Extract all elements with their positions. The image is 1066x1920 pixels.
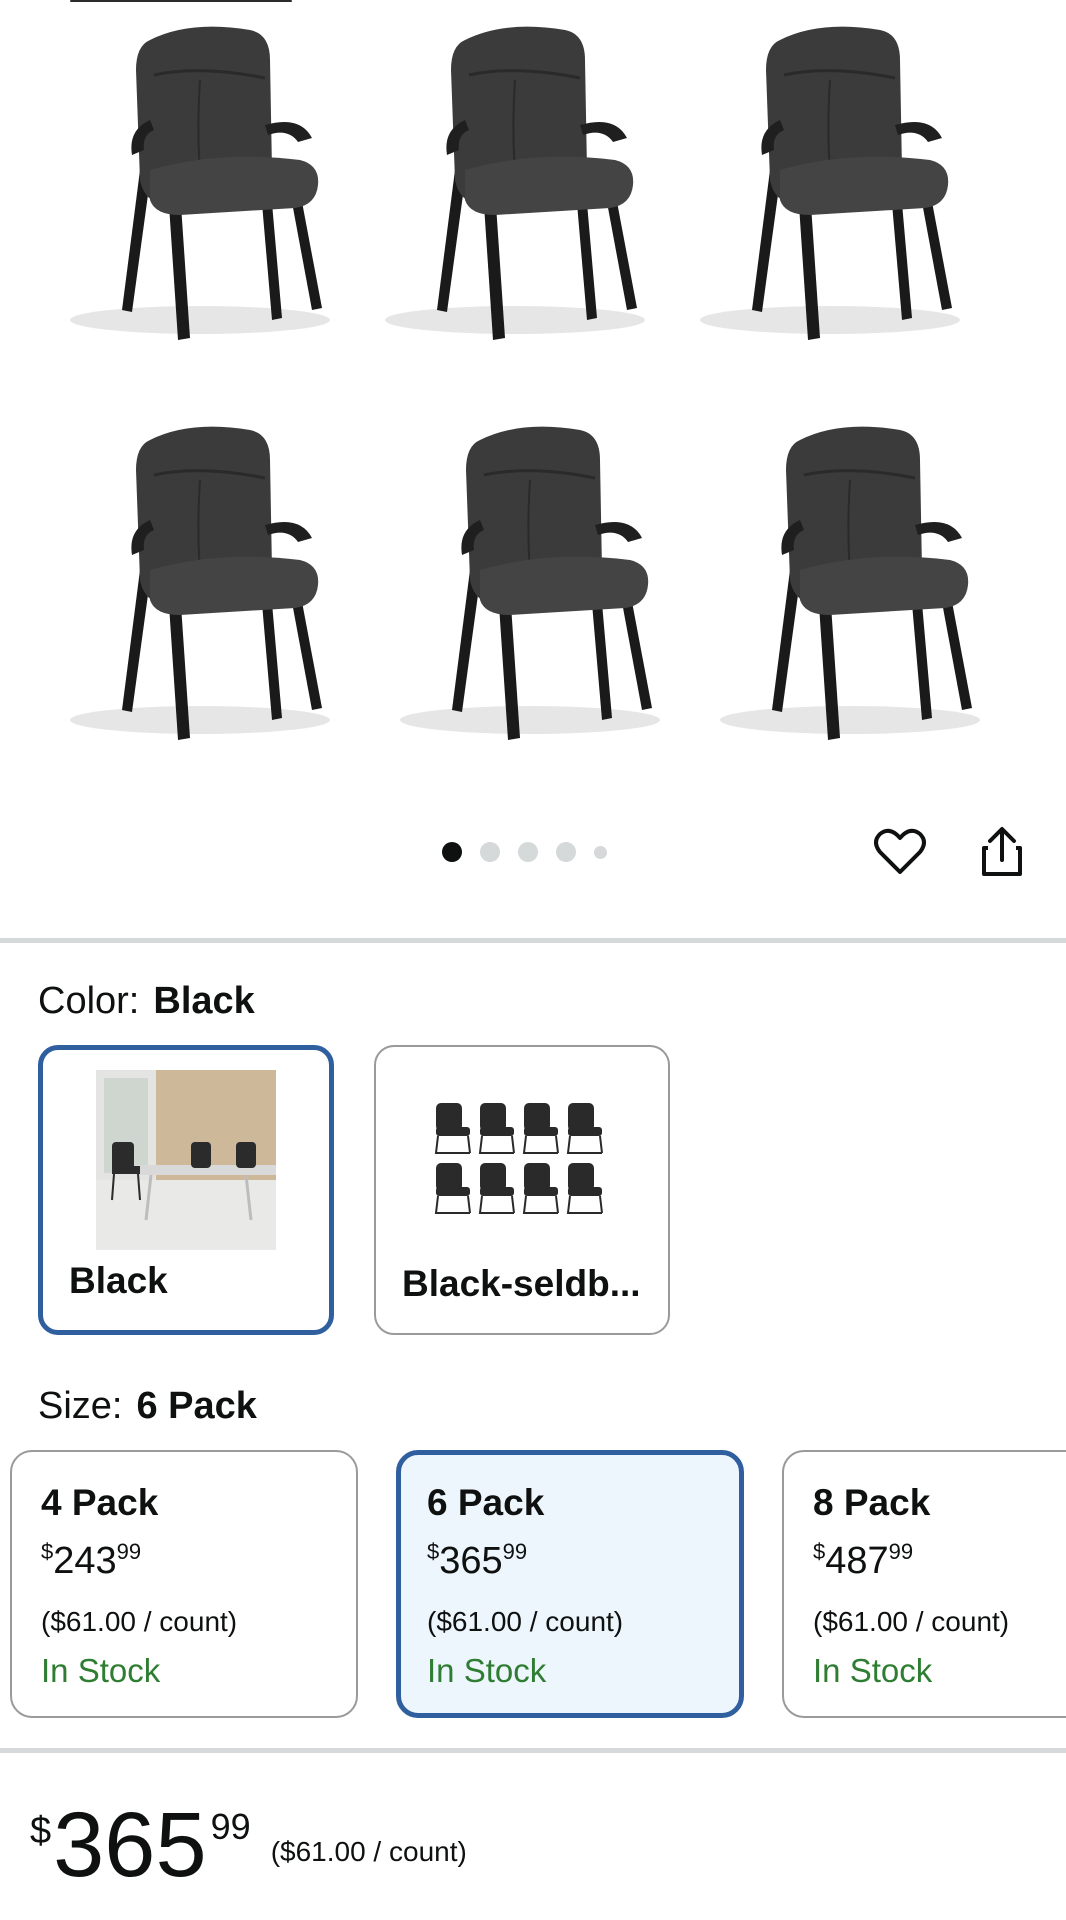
price-currency-symbol: $ [30, 1810, 52, 1852]
size-option-unit-price: ($61.00 / count) [41, 1606, 238, 1637]
chair-image [680, 20, 970, 360]
currency-symbol: $ [427, 1539, 440, 1564]
section-divider [0, 938, 1066, 943]
share-button[interactable] [972, 822, 1032, 882]
color-selected-value: Black [153, 980, 255, 1022]
pagination-dot[interactable] [594, 845, 607, 859]
size-option-unit-price: ($61.00 / count) [813, 1606, 1010, 1637]
heart-icon [874, 828, 926, 874]
size-option-name: 8 Pack [813, 1482, 931, 1523]
size-label: Size: [38, 1385, 123, 1427]
product-image-gallery[interactable] [0, 0, 1066, 780]
chair-image [50, 420, 340, 760]
size-option-6-pack[interactable]: 6 Pack $36599 ($61.00 / count) In Stock [396, 1450, 744, 1718]
size-option-price: $24399 [41, 1539, 356, 1582]
favorite-button[interactable] [870, 822, 930, 882]
price-unit-price: ($61.00 / count) [270, 1836, 467, 1867]
size-option-name: 6 Pack [427, 1482, 545, 1523]
section-divider [0, 1748, 1066, 1753]
color-swatch-image [96, 1070, 276, 1250]
color-option-label: Black-seldb... [402, 1263, 641, 1304]
chair-image [365, 20, 655, 360]
size-option-stock-status: In Stock [813, 1652, 933, 1689]
price-fraction: 99 [116, 1539, 142, 1564]
chair-image [50, 20, 340, 360]
size-option-price: $48799 [813, 1539, 1066, 1582]
color-label-row: Color: Black [38, 980, 255, 1023]
pagination-dot[interactable] [480, 842, 500, 862]
price-whole: 365 [53, 1794, 207, 1896]
currency-symbol: $ [813, 1539, 826, 1564]
price-whole: 487 [825, 1540, 889, 1582]
size-option-unit-price: ($61.00 / count) [427, 1606, 624, 1637]
price-whole: 243 [53, 1540, 117, 1582]
product-price: $ 365 99 ($61.00 / count) [30, 1794, 467, 1896]
pagination-dot[interactable] [518, 842, 538, 862]
price-whole: 365 [439, 1540, 503, 1582]
currency-symbol: $ [41, 1539, 54, 1564]
size-option-price: $36599 [427, 1539, 739, 1582]
color-swatch-image [432, 1067, 612, 1247]
color-label: Color: [38, 980, 140, 1022]
size-option-8-pack[interactable]: 8 Pack $48799 ($61.00 / count) In Stock [782, 1450, 1066, 1718]
size-option-4-pack[interactable]: 4 Pack $24399 ($61.00 / count) In Stock [10, 1450, 358, 1718]
price-fraction: 99 [502, 1539, 528, 1564]
pagination-dot-active[interactable] [442, 842, 462, 862]
chair-image [380, 420, 670, 760]
chair-image [700, 420, 990, 760]
size-option-stock-status: In Stock [427, 1652, 547, 1689]
size-option-stock-status: In Stock [41, 1652, 161, 1689]
image-pagination-dots[interactable] [442, 840, 607, 864]
size-selected-value: 6 Pack [136, 1385, 257, 1427]
size-option-name: 4 Pack [41, 1482, 159, 1523]
color-option-black-seldb[interactable]: Black-seldb... [374, 1045, 670, 1335]
price-fraction: 99 [210, 1806, 251, 1847]
price-fraction: 99 [888, 1539, 914, 1564]
color-option-label: Black [69, 1260, 168, 1301]
pagination-dot[interactable] [556, 842, 576, 862]
color-option-black[interactable]: Black [38, 1045, 334, 1335]
size-label-row: Size: 6 Pack [38, 1385, 257, 1428]
share-icon [982, 827, 1022, 876]
